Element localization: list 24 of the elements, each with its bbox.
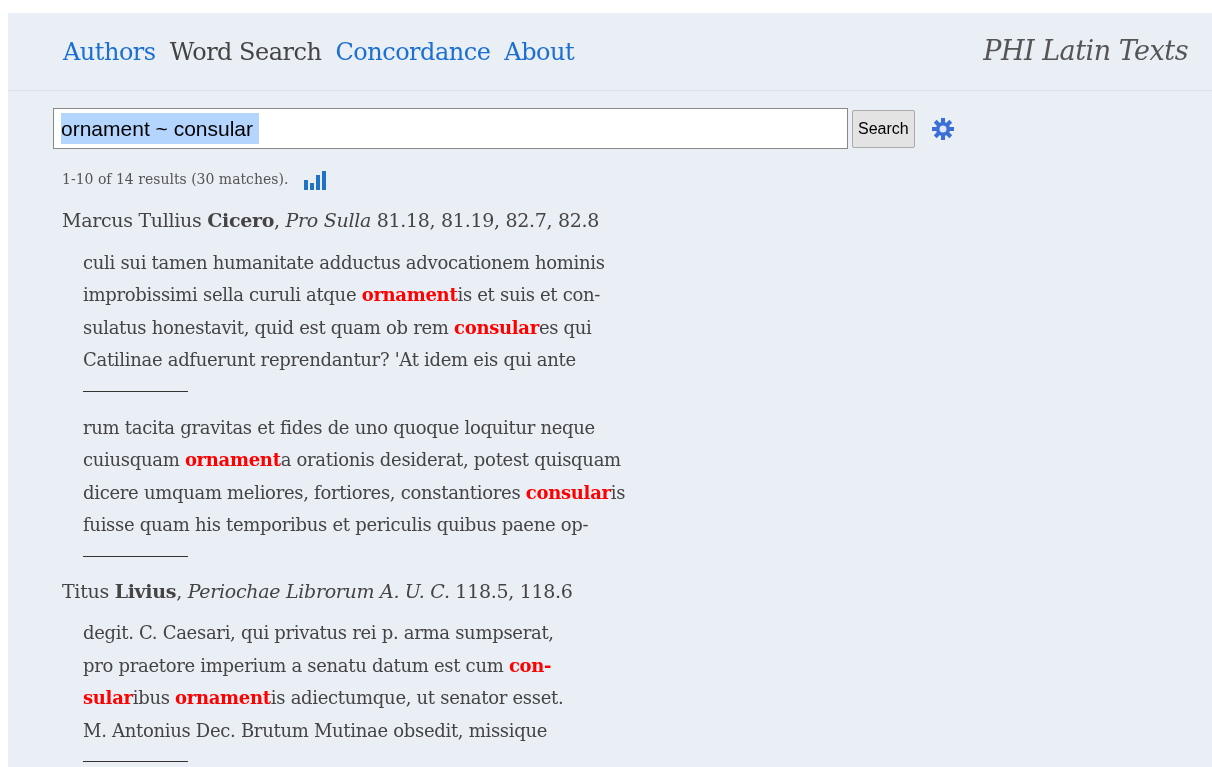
results-summary: 1-10 of 14 results (30 matches). (62, 170, 289, 189)
passage-line: cuiusquam ornamenta orationis desiderat, potest quisquam (83, 448, 622, 472)
passage-line: Catilinae adfuerunt reprendantur? 'At idem eis qui ante (83, 348, 577, 372)
passage-line: pro praetore imperium a senatu datum est cum con- (83, 653, 553, 678)
passage-line: rum tacita gravitas et fides de uno quoque loquitur neque (83, 415, 596, 440)
nav-link[interactable]: Word Search (169, 33, 322, 70)
result-citation: Marcus Tullius Cicero, Pro Sulla 81.18, 81.19, 82.7, 82.8 (62, 208, 601, 233)
nav-link[interactable]: About (504, 33, 575, 70)
passage-line: improbissimi sella curuli atque ornamentis et suis et con- (83, 283, 602, 307)
search-field[interactable]: ornament ~ consular (53, 108, 848, 149)
passage-line: sulatus honestavit, quid est quam ob rem consulares qui (83, 315, 593, 340)
passage-line: M. Antonius Dec. Brutum Mutinae obsedit, missique (83, 718, 549, 743)
settings-icon[interactable] (930, 116, 955, 141)
passage-line: sularibus ornamentis adiectumque, ut senator esset. (83, 686, 565, 710)
search-button[interactable]: Search (852, 109, 915, 148)
result-citation: Titus Livius, Periochae Librorum A. U. C. 118.5, 118.6 (62, 578, 574, 604)
passage-line: culi sui tamen humanitate adductus advocationem hominis (83, 250, 606, 275)
nav-link[interactable]: Authors (63, 33, 156, 70)
bar-chart-icon[interactable] (304, 171, 327, 190)
passage-line: fuisse quam his temporibus et periculis quibus paene op- (83, 513, 590, 537)
site-title: PHI Latin Texts (983, 34, 1188, 69)
nav-link[interactable]: Concordance (335, 33, 491, 70)
passage-line: dicere umquam meliores, fortiores, constantiores consularis (83, 480, 627, 505)
passage-line: degit. C. Caesari, qui privatus rei p. arma sumpserat, (83, 621, 555, 645)
